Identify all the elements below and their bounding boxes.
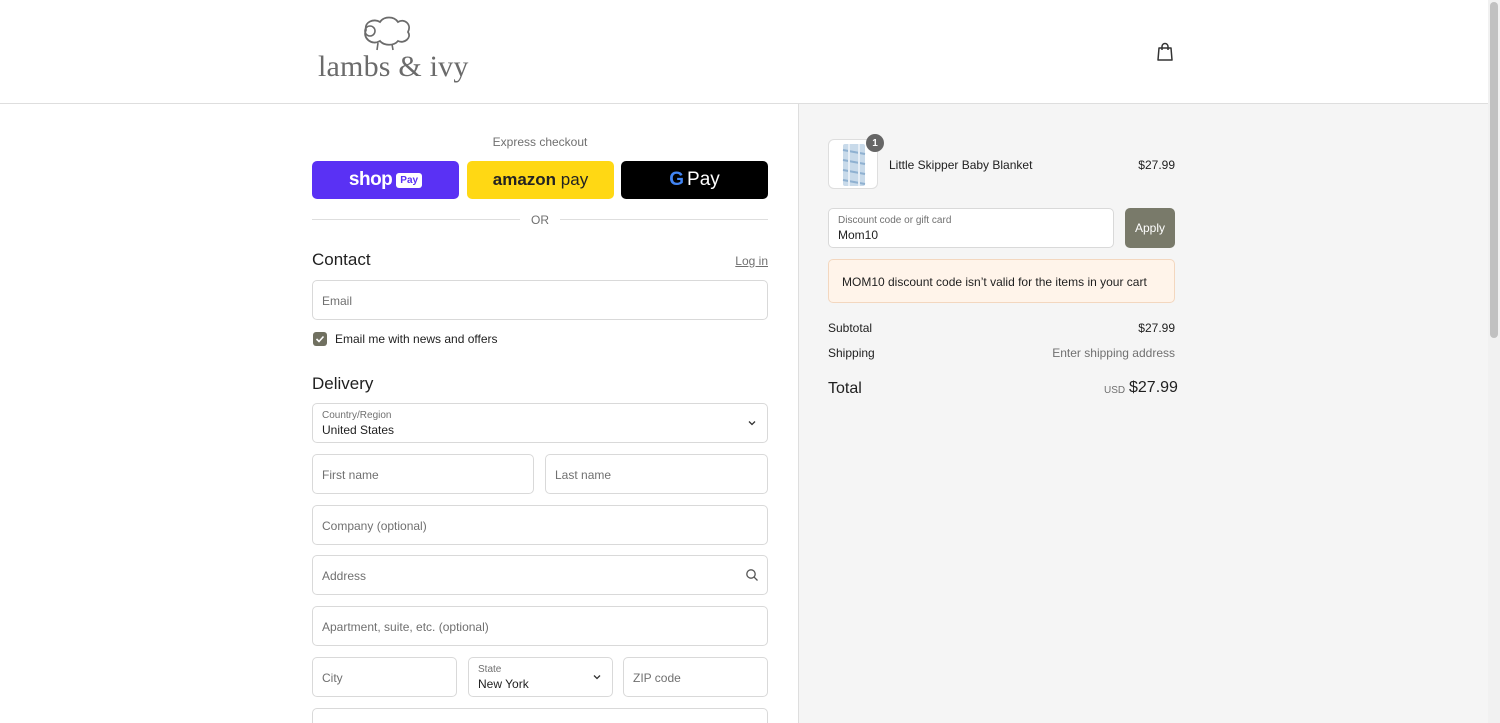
sheep-logo-icon (364, 16, 410, 51)
brand-name: lambs & ivy (318, 50, 469, 83)
state-select[interactable]: State New York (468, 657, 613, 697)
login-link[interactable]: Log in (728, 254, 768, 268)
checkmark-icon (315, 335, 325, 343)
google-pay-text: G Pay (669, 169, 720, 191)
discount-error-text: MOM10 discount code isn’t valid for the … (842, 275, 1147, 289)
amazon-pay-text: amazon pay (493, 170, 588, 190)
state-label: State (478, 664, 502, 675)
subtotal-label: Subtotal (828, 321, 873, 335)
discount-value: Mom10 (838, 228, 879, 242)
newsletter-checkbox[interactable] (313, 332, 327, 346)
zip-placeholder: ZIP code (633, 671, 681, 685)
shopping-bag-icon[interactable] (1156, 42, 1174, 62)
country-value: United States (322, 423, 395, 437)
search-icon (746, 569, 758, 581)
total-value: $27.99 (1129, 379, 1178, 396)
subtotal-value: $27.99 (1138, 321, 1175, 335)
amazon-pay-word: pay (560, 170, 589, 189)
shop-pay-badge: Pay (396, 172, 423, 188)
apartment-field[interactable]: Apartment, suite, etc. (optional) (312, 606, 768, 646)
city-placeholder: City (322, 671, 343, 685)
country-label: Country/Region (322, 410, 392, 421)
delivery-heading: Delivery (312, 374, 374, 393)
country-select[interactable]: Country/Region United States (312, 403, 768, 443)
shop-pay-text: shop (348, 169, 393, 190)
zip-field[interactable]: ZIP code (623, 657, 768, 697)
shop-pay-button[interactable]: shop Pay (312, 161, 459, 199)
discount-error-banner: MOM10 discount code isn’t valid for the … (828, 259, 1175, 303)
google-g-icon: G (669, 169, 685, 190)
phone-field[interactable] (312, 708, 768, 723)
shipping-label: Shipping (828, 346, 875, 360)
address-placeholder: Address (322, 569, 367, 583)
address-field[interactable]: Address (312, 555, 768, 595)
google-pay-word: Pay (687, 169, 720, 190)
company-placeholder: Company (optional) (322, 519, 427, 533)
email-field[interactable]: Email (312, 280, 768, 320)
last-name-placeholder: Last name (555, 468, 612, 482)
total-label: Total (828, 380, 862, 397)
divider-left (312, 219, 520, 220)
quantity-badge: 1 (866, 134, 884, 152)
state-value: New York (478, 677, 529, 691)
checkout-header: lambs & ivy (0, 0, 1488, 104)
brand-logo[interactable]: lambs & ivy (316, 16, 468, 88)
last-name-field[interactable]: Last name (545, 454, 768, 494)
total-currency: USD (1104, 385, 1126, 396)
discount-label: Discount code or gift card (838, 215, 952, 226)
newsletter-label: Email me with news and offers (335, 332, 498, 346)
product-name: Little Skipper Baby Blanket (889, 158, 1033, 172)
google-pay-button[interactable]: G Pay (621, 161, 768, 199)
divider-right (560, 219, 768, 220)
amazon-brand: amazon (492, 170, 557, 189)
discount-code-field[interactable]: Discount code or gift card Mom10 (828, 208, 1114, 248)
chevron-down-icon (593, 675, 601, 680)
contact-heading: Contact (312, 250, 371, 269)
scrollbar-thumb[interactable] (1490, 2, 1498, 338)
product-price: $27.99 (1138, 158, 1175, 172)
city-field[interactable]: City (312, 657, 457, 697)
first-name-placeholder: First name (322, 468, 379, 482)
apartment-placeholder: Apartment, suite, etc. (optional) (322, 620, 489, 634)
amazon-pay-button[interactable]: amazon pay (467, 161, 614, 199)
chevron-down-icon (748, 421, 756, 426)
shipping-value: Enter shipping address (1052, 346, 1175, 360)
order-summary-panel (798, 104, 1488, 723)
first-name-field[interactable]: First name (312, 454, 534, 494)
express-checkout-label: Express checkout (492, 135, 588, 149)
company-field[interactable]: Company (optional) (312, 505, 768, 545)
apply-discount-button[interactable]: Apply (1125, 208, 1175, 248)
email-placeholder: Email (322, 294, 353, 308)
or-divider-label: OR (531, 213, 549, 227)
